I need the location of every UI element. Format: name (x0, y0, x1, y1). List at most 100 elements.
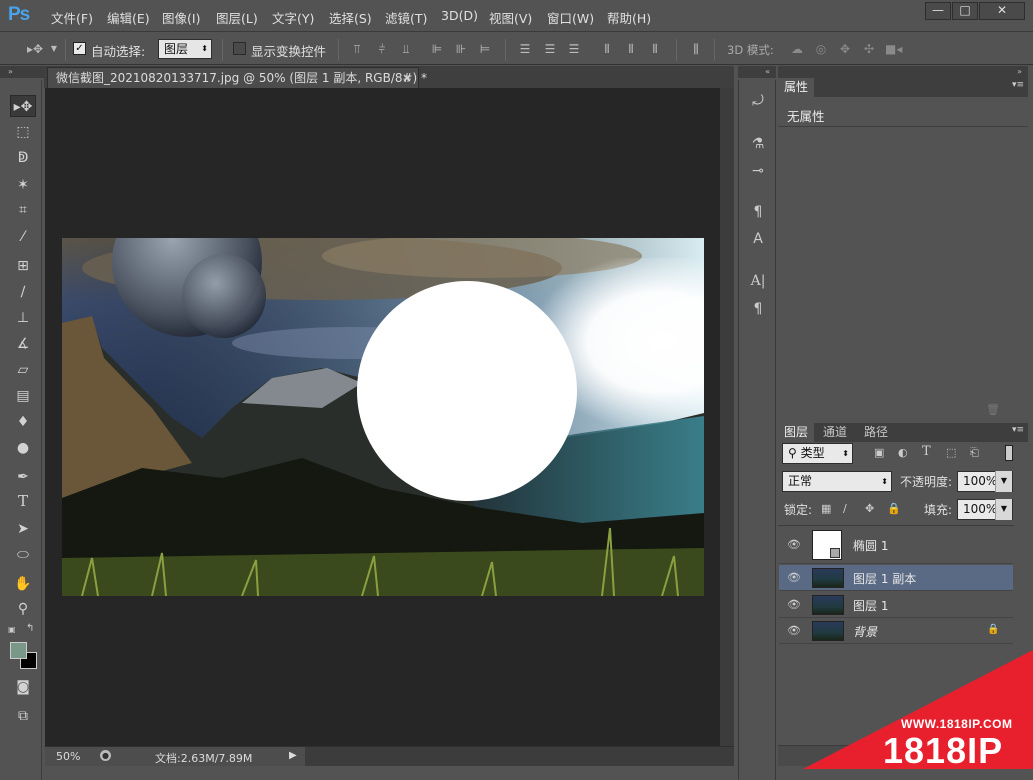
foreground-color-swatch[interactable] (10, 642, 27, 659)
menu-edit[interactable]: 编辑(E) (107, 8, 150, 26)
character-panel-icon[interactable]: A| (749, 272, 767, 290)
iconstrip-collapse-icon[interactable]: « (738, 66, 776, 78)
fill-input[interactable]: 100% ▼ (957, 499, 1013, 520)
layer-name[interactable]: 椭圆 1 (853, 537, 888, 554)
marquee-tool-icon[interactable]: ⬚ (10, 121, 36, 143)
distribute-left-icon[interactable]: ⫴ (599, 41, 615, 57)
lock-transparent-icon[interactable]: ▦ (821, 502, 831, 515)
distribute-bottom-icon[interactable]: ☰ (566, 41, 582, 57)
layer-filter-select[interactable]: ⚲ 类型 ⬍ (782, 443, 853, 464)
auto-align-icon[interactable]: ⫼ (688, 41, 704, 57)
healing-brush-tool-icon[interactable]: ⊞ (10, 255, 36, 277)
lock-position-icon[interactable]: ✥ (865, 502, 874, 515)
zoom-tool-icon[interactable]: ⚲ (10, 598, 36, 620)
filter-adjustment-icon[interactable]: ◐ (898, 446, 908, 459)
distribute-top-icon[interactable]: ☰ (517, 41, 533, 57)
vertical-scrollbar[interactable] (720, 88, 734, 746)
layer-row[interactable]: 👁 背景 🔒 (779, 618, 1013, 644)
history-brush-tool-icon[interactable]: ∡ (10, 333, 36, 355)
align-vcenter-icon[interactable]: ⫩ (374, 41, 390, 57)
eye-icon[interactable]: 👁 (787, 624, 801, 637)
3d-rotate-icon[interactable]: ☁ (789, 41, 805, 57)
panel-collapse-icon[interactable]: » (778, 66, 1028, 78)
eye-icon[interactable]: 👁 (787, 598, 801, 611)
chevron-down-icon[interactable]: ▼ (995, 499, 1012, 520)
maximize-button[interactable]: □ (952, 2, 978, 20)
filter-shape-icon[interactable]: ⬚ (946, 446, 956, 459)
gradient-tool-icon[interactable]: ▤ (10, 385, 36, 407)
zoom-level[interactable]: 50% (56, 750, 80, 763)
close-tab-icon[interactable]: × (402, 68, 412, 88)
crop-tool-icon[interactable]: ⌗ (10, 199, 36, 221)
lasso-tool-icon[interactable]: ↁ (10, 147, 36, 169)
distribute-hcenter-icon[interactable]: ⫴ (623, 41, 639, 57)
menu-select[interactable]: 选择(S) (329, 8, 372, 26)
menu-view[interactable]: 视图(V) (489, 8, 532, 26)
eyedropper-tool-icon[interactable]: ⁄ (10, 226, 36, 248)
layer-name[interactable]: 背景 (853, 623, 877, 640)
brush-tool-icon[interactable]: ∕ (10, 281, 36, 303)
character-style-panel-icon[interactable]: A (749, 230, 767, 248)
horizontal-scrollbar[interactable] (305, 747, 734, 766)
3d-slide-icon[interactable]: ✣ (861, 41, 877, 57)
layer-row-selected[interactable]: 👁 图层 1 副本 (779, 565, 1013, 591)
panel-menu-icon[interactable]: ▾≡ (1012, 80, 1024, 90)
menu-image[interactable]: 图像(I) (162, 8, 200, 26)
distribute-right-icon[interactable]: ⫴ (647, 41, 663, 57)
lock-all-icon[interactable]: 🔒 (887, 502, 901, 515)
filter-toggle-switch[interactable] (1005, 445, 1013, 461)
close-button[interactable]: ✕ (979, 2, 1025, 20)
3d-roll-icon[interactable]: ◎ (813, 41, 829, 57)
auto-select-target-select[interactable]: 图层 ⬍ (158, 39, 212, 59)
dodge-tool-icon[interactable]: ● (10, 437, 36, 459)
tab-properties[interactable]: 属性 (778, 78, 815, 97)
brush-preset-panel-icon[interactable]: ⚗ (749, 135, 767, 153)
status-info-icon[interactable]: ● (100, 750, 111, 761)
pen-tool-icon[interactable]: ✒ (10, 466, 36, 488)
type-tool-icon[interactable]: T (10, 492, 36, 514)
minimize-button[interactable]: — (925, 2, 951, 20)
align-top-icon[interactable]: ⫪ (349, 41, 365, 57)
align-right-icon[interactable]: ⊨ (477, 41, 493, 57)
ellipse-tool-icon[interactable]: ⬭ (10, 544, 36, 566)
magic-wand-tool-icon[interactable]: ✶ (10, 174, 36, 196)
chevron-down-icon[interactable]: ▼ (49, 41, 59, 57)
lock-image-icon[interactable]: ∕ (843, 502, 847, 515)
eye-icon[interactable]: 👁 (787, 571, 801, 584)
menu-help[interactable]: 帮助(H) (607, 8, 651, 26)
quick-mask-icon[interactable]: ◙ (10, 676, 36, 698)
show-transform-checkbox[interactable] (233, 42, 246, 55)
menu-window[interactable]: 窗口(W) (547, 8, 594, 26)
tab-paths[interactable]: 路径 (858, 423, 894, 442)
blend-mode-select[interactable]: 正常 ⬍ (782, 471, 892, 492)
distribute-vcenter-icon[interactable]: ☰ (542, 41, 558, 57)
menu-layer[interactable]: 图层(L) (216, 8, 258, 26)
default-colors-icon[interactable]: ▣ (8, 625, 16, 634)
menu-file[interactable]: 文件(F) (51, 8, 93, 26)
3d-scale-icon[interactable]: ■◂ (885, 41, 902, 57)
filter-smart-object-icon[interactable]: ⎗ (970, 446, 979, 460)
status-menu-arrow-icon[interactable]: ▶ (289, 750, 297, 761)
tool-preset-panel-icon[interactable]: ⊸ (749, 162, 767, 180)
3d-drag-icon[interactable]: ✥ (837, 41, 853, 57)
paragraph-panel-icon[interactable]: ¶ (749, 300, 767, 318)
align-bottom-icon[interactable]: ⫫ (398, 41, 414, 57)
tab-channels[interactable]: 通道 (817, 423, 853, 442)
paragraph-style-panel-icon[interactable]: ¶ (749, 203, 767, 221)
filter-pixel-icon[interactable]: ▣ (874, 446, 884, 459)
document-canvas-image[interactable] (62, 238, 704, 596)
path-selection-tool-icon[interactable]: ➤ (10, 518, 36, 540)
move-tool-icon[interactable]: ▸✥ (10, 95, 36, 117)
chevron-down-icon[interactable]: ▼ (995, 471, 1012, 492)
filter-type-icon[interactable]: T (922, 444, 931, 459)
move-tool-preset-icon[interactable]: ▸✥ (24, 41, 46, 57)
menu-3d[interactable]: 3D(D) (441, 8, 478, 26)
menu-type[interactable]: 文字(Y) (272, 8, 314, 26)
blur-tool-icon[interactable]: ♦ (10, 411, 36, 433)
auto-select-checkbox[interactable]: ✓ (73, 42, 86, 55)
toolbar-collapse-icon[interactable]: » (0, 66, 44, 78)
menu-filter[interactable]: 滤镜(T) (385, 8, 427, 26)
delete-icon[interactable]: 🗑 (986, 403, 1000, 416)
swap-colors-icon[interactable]: ↰ (26, 623, 34, 634)
opacity-input[interactable]: 100% ▼ (957, 471, 1013, 492)
